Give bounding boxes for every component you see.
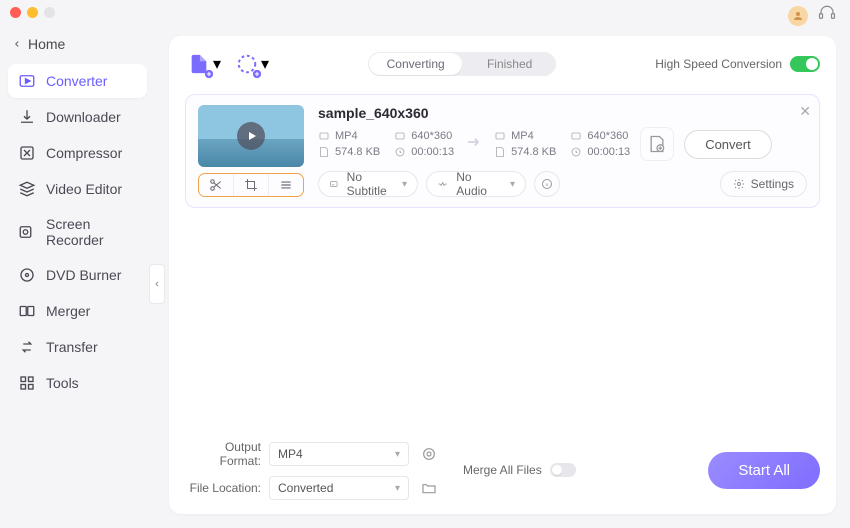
nav-label: Compressor <box>46 145 122 161</box>
trim-button[interactable] <box>199 174 233 196</box>
output-preset-button[interactable] <box>640 127 674 161</box>
sidebar-item-dvd-burner[interactable]: DVD Burner <box>8 258 147 292</box>
tab-finished[interactable]: Finished <box>463 52 556 76</box>
nav-label: Transfer <box>46 339 98 355</box>
home-back[interactable]: Home <box>8 30 147 64</box>
sidebar-item-tools[interactable]: Tools <box>8 366 147 400</box>
sidebar-item-video-editor[interactable]: Video Editor <box>8 172 147 206</box>
src-resolution: 640*360 <box>394 130 454 142</box>
file-name: sample_640x360 <box>318 105 807 121</box>
nav-label: Merger <box>46 303 90 319</box>
sidebar-item-merger[interactable]: Merger <box>8 294 147 328</box>
nav-label: Downloader <box>46 109 121 125</box>
play-icon <box>237 122 265 150</box>
file-location-label: File Location: <box>185 481 261 495</box>
editor-icon <box>18 180 36 198</box>
dvd-icon <box>18 266 36 284</box>
sidebar-item-transfer[interactable]: Transfer <box>8 330 147 364</box>
info-button[interactable] <box>534 171 560 197</box>
add-folder-dropdown[interactable]: ▾ <box>261 54 269 74</box>
home-label: Home <box>28 36 65 52</box>
arrow-icon <box>464 132 484 157</box>
file-card: ✕ sample_640x360 <box>185 94 820 208</box>
support-icon[interactable] <box>818 4 836 27</box>
sidebar-item-screen-recorder[interactable]: Screen Recorder <box>8 208 147 256</box>
window-close[interactable] <box>10 7 21 18</box>
high-speed-label: High Speed Conversion <box>655 57 782 71</box>
subtitle-select[interactable]: No Subtitle ▾ <box>318 171 418 197</box>
tab-converting[interactable]: Converting <box>369 53 462 75</box>
src-duration: 00:00:13 <box>394 146 454 158</box>
add-folder-button[interactable] <box>233 50 261 78</box>
sidebar-item-downloader[interactable]: Downloader <box>8 100 147 134</box>
high-speed-toggle[interactable] <box>790 56 820 72</box>
sidebar-item-converter[interactable]: Converter <box>8 64 147 98</box>
account-avatar[interactable] <box>788 6 808 26</box>
start-all-button[interactable]: Start All <box>708 452 820 489</box>
nav-label: Converter <box>46 73 107 89</box>
transfer-icon <box>18 338 36 356</box>
nav-label: Video Editor <box>46 181 122 197</box>
dst-duration: 00:00:13 <box>570 146 630 158</box>
recorder-icon <box>18 223 36 241</box>
effects-button[interactable] <box>268 174 303 196</box>
audio-select[interactable]: No Audio ▾ <box>426 171 526 197</box>
video-thumbnail[interactable] <box>198 105 304 167</box>
file-location-select[interactable]: Converted▾ <box>269 476 409 500</box>
src-size: 574.8 KB <box>318 146 380 158</box>
dst-size: 574.8 KB <box>494 146 556 158</box>
sidebar-item-compressor[interactable]: Compressor <box>8 136 147 170</box>
add-file-dropdown[interactable]: ▾ <box>213 54 221 74</box>
compress-icon <box>18 144 36 162</box>
status-segment: Converting Finished <box>368 52 556 76</box>
sidebar-collapse[interactable] <box>149 264 165 304</box>
download-icon <box>18 108 36 126</box>
settings-button[interactable]: Settings <box>720 171 807 197</box>
output-format-settings[interactable] <box>417 442 441 466</box>
sidebar: Home Converter Downloader Compressor Vid… <box>0 24 155 528</box>
nav-label: Tools <box>46 375 79 391</box>
dst-resolution: 640*360 <box>570 130 630 142</box>
crop-button[interactable] <box>233 174 268 196</box>
tools-icon <box>18 374 36 392</box>
dst-format: MP4 <box>494 130 556 142</box>
window-zoom[interactable] <box>44 7 55 18</box>
convert-button[interactable]: Convert <box>684 130 772 159</box>
output-format-label: Output Format: <box>185 440 261 468</box>
nav-label: DVD Burner <box>46 267 121 283</box>
src-format: MP4 <box>318 130 380 142</box>
open-folder-button[interactable] <box>417 476 441 500</box>
window-minimize[interactable] <box>27 7 38 18</box>
add-file-button[interactable] <box>185 50 213 78</box>
merge-label: Merge All Files <box>463 463 542 477</box>
converter-icon <box>18 72 36 90</box>
output-format-select[interactable]: MP4▾ <box>269 442 409 466</box>
nav-label: Screen Recorder <box>46 216 137 248</box>
merger-icon <box>18 302 36 320</box>
remove-file-button[interactable]: ✕ <box>799 103 811 120</box>
merge-toggle[interactable] <box>550 463 576 477</box>
